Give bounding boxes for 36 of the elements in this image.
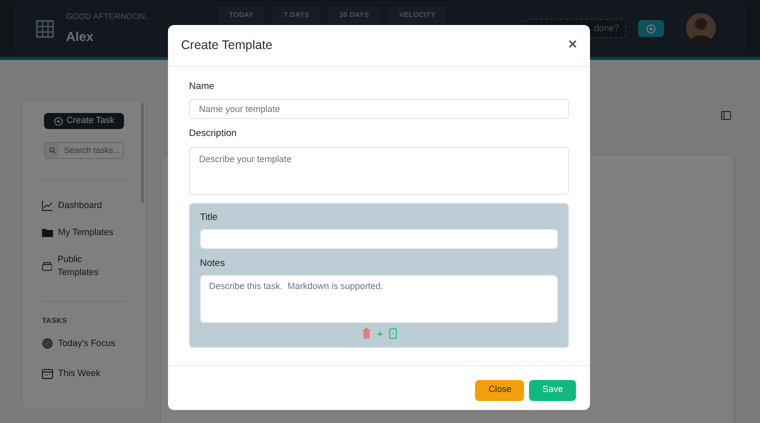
name-input[interactable]: Name your template [189,99,569,120]
close-button[interactable]: × [568,34,577,57]
nav-item[interactable]: Public Templates [42,253,122,279]
dialog-title: Create Template [181,37,272,54]
plus-circle-icon [54,116,63,126]
field-label: Title [200,210,219,224]
note-icon[interactable] [388,328,396,339]
close-dialog-button[interactable]: Close [475,380,524,400]
grid-logo-icon [36,20,54,38]
sidebar-toggle-icon[interactable] [721,110,731,120]
title-input[interactable] [200,228,558,249]
search-icon [48,147,56,154]
calendar-icon [42,368,53,380]
greeting-text: GOOD AFTERNOON, [66,11,148,24]
nav-item[interactable]: Dashboard [42,199,122,212]
line-chart-icon [42,200,53,211]
description-input[interactable]: Describe your template [189,146,569,194]
search-field[interactable]: Search tasks... [44,142,124,159]
nav-item[interactable]: Today's Focus [42,337,122,350]
plus-circle-icon [646,24,656,34]
nav-item[interactable]: This Week [42,367,122,380]
create-task-button[interactable]: Create Task [44,113,124,129]
nav-item[interactable]: My Templates [42,226,122,239]
field-label: Notes [200,256,226,271]
field-label: Description [189,127,238,142]
plus-icon[interactable] [376,330,382,336]
save-button[interactable]: Save [529,380,576,400]
user-name: Alex [66,28,94,46]
folder-icon [42,228,53,237]
notes-input[interactable]: Describe this task. Markdown is supported. [200,275,558,323]
tray-icon [42,261,52,271]
target-icon [42,338,53,350]
avatar[interactable] [686,13,716,43]
trash-icon[interactable] [362,328,370,339]
add-button[interactable] [638,20,664,37]
field-label: Name [189,80,216,94]
